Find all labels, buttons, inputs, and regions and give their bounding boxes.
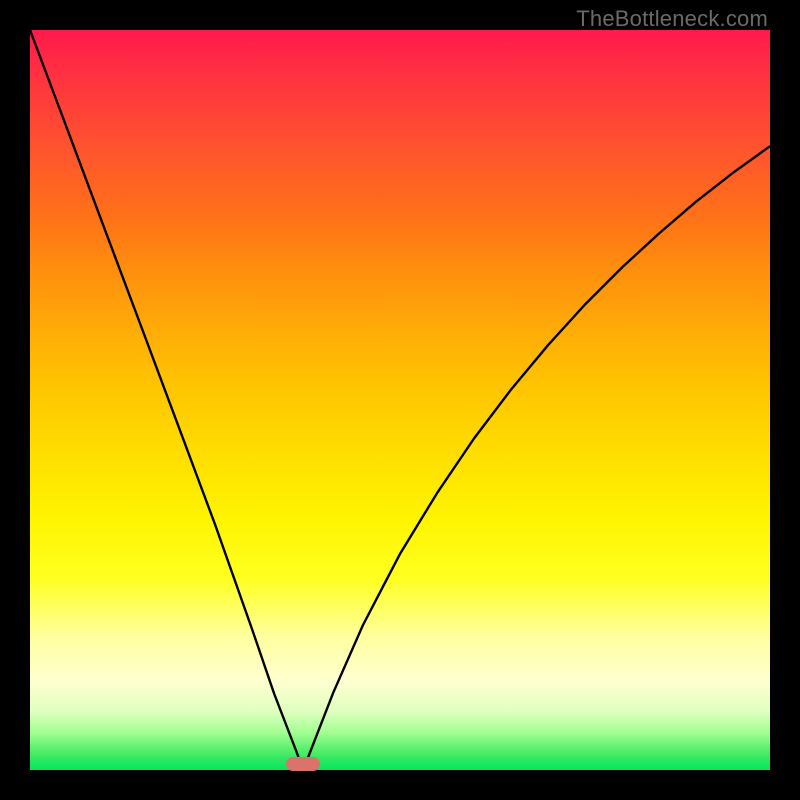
chart-frame: TheBottleneck.com [0, 0, 800, 800]
watermark-text: TheBottleneck.com [576, 6, 768, 32]
optimum-marker [286, 757, 320, 771]
bottleneck-curve [30, 30, 770, 770]
curve-path [30, 30, 770, 770]
